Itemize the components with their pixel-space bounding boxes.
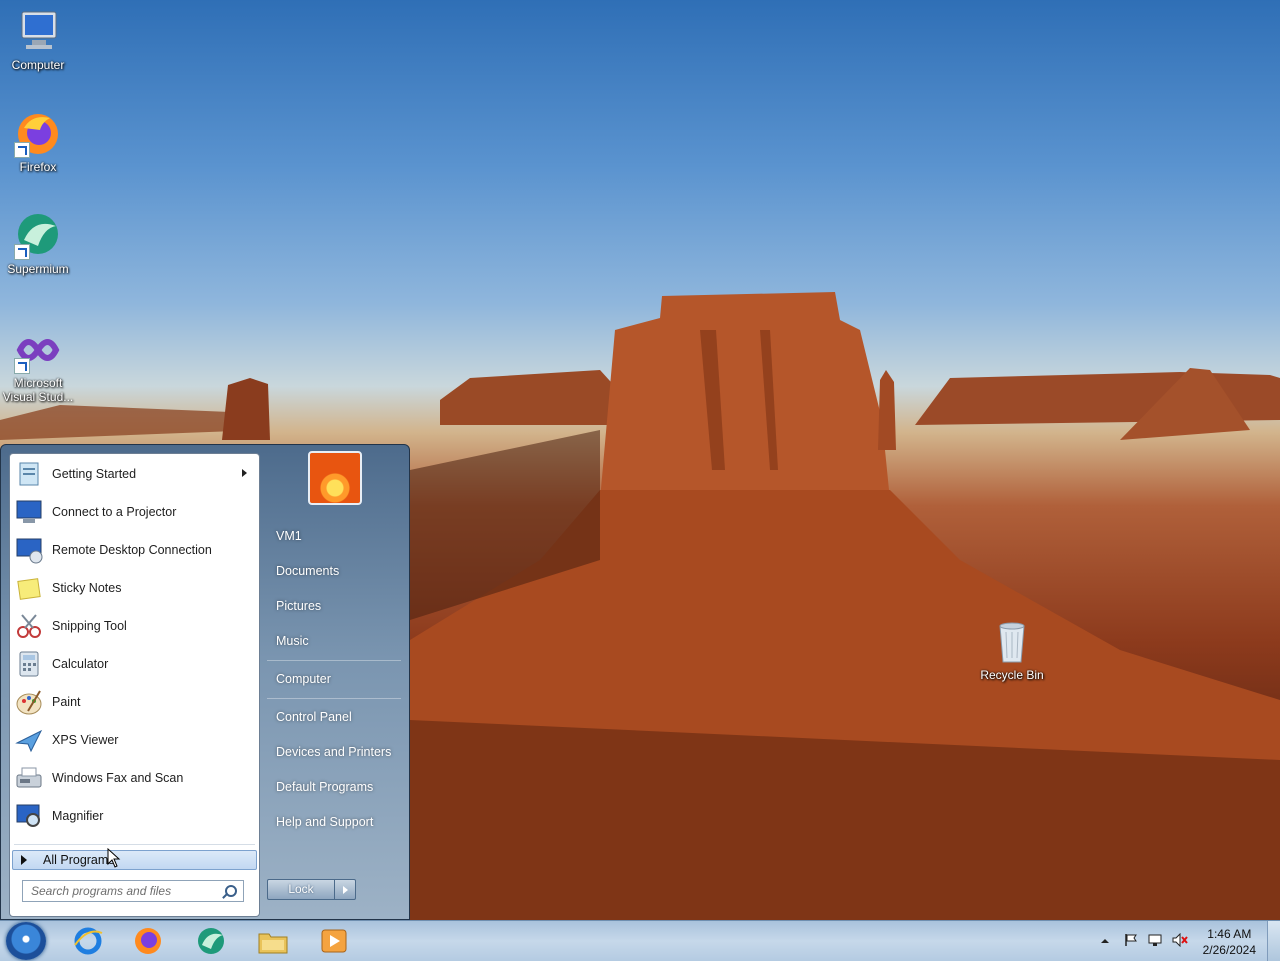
network-icon[interactable] xyxy=(1148,933,1162,947)
taskbar-internet-explorer[interactable] xyxy=(72,925,104,957)
link-user-folder[interactable]: VM1 xyxy=(276,529,302,543)
remote-desktop-icon xyxy=(14,535,44,565)
show-hidden-icons-arrow[interactable] xyxy=(1100,935,1114,949)
tray-clock[interactable]: 1:46 AM 2/26/2024 xyxy=(1203,926,1256,958)
taskbar-firefox[interactable] xyxy=(132,925,164,957)
firefox-icon xyxy=(14,110,62,158)
magnifier-icon xyxy=(14,801,44,831)
submenu-arrow-icon xyxy=(242,469,247,477)
desktop-icon-label: Microsoft Visual Stud... xyxy=(2,376,74,404)
program-label: Paint xyxy=(52,695,81,709)
shortcut-arrow-icon xyxy=(14,142,30,158)
desktop-icon-computer[interactable]: Computer xyxy=(0,8,76,72)
desktop-icon-recycle-bin[interactable]: Recycle Bin xyxy=(974,618,1050,682)
xps-viewer-icon xyxy=(14,725,44,755)
supermium-icon xyxy=(198,928,224,954)
program-sticky-notes[interactable]: Sticky Notes xyxy=(12,570,257,606)
taskbar-media-player[interactable] xyxy=(318,925,350,957)
link-control-panel[interactable]: Control Panel xyxy=(276,710,352,724)
computer-icon xyxy=(14,8,62,56)
link-pictures[interactable]: Pictures xyxy=(276,599,321,613)
all-programs-button[interactable]: All Programs xyxy=(12,850,257,870)
link-documents[interactable]: Documents xyxy=(276,564,339,578)
program-label: Connect to a Projector xyxy=(52,505,177,519)
program-label: Sticky Notes xyxy=(52,581,122,595)
search-icon[interactable] xyxy=(225,885,237,897)
all-programs-divider xyxy=(14,844,255,845)
visual-studio-icon xyxy=(14,326,62,374)
program-calculator[interactable]: Calculator xyxy=(12,646,257,682)
desktop-icon-firefox[interactable]: Firefox xyxy=(0,110,76,174)
desktop-icon-label: Supermium xyxy=(7,262,69,276)
program-label: Getting Started xyxy=(52,467,137,481)
link-help-and-support[interactable]: Help and Support xyxy=(276,815,373,829)
program-connect-to-projector[interactable]: Connect to a Projector xyxy=(12,494,257,530)
link-default-programs[interactable]: Default Programs xyxy=(276,780,373,794)
all-programs-label: All Programs xyxy=(43,853,115,867)
desktop-icon-label: Computer xyxy=(11,58,65,72)
program-windows-fax-and-scan[interactable]: Windows Fax and Scan xyxy=(12,760,257,796)
program-remote-desktop[interactable]: Remote Desktop Connection xyxy=(12,532,257,568)
start-button[interactable] xyxy=(6,922,46,960)
program-magnifier[interactable]: Magnifier xyxy=(12,798,257,834)
program-label: XPS Viewer xyxy=(52,733,119,747)
mouse-cursor-icon xyxy=(107,848,121,868)
start-menu: Getting Started Connect to a Projector R… xyxy=(0,444,410,920)
recycle-bin-icon xyxy=(988,618,1036,666)
desktop-icon-supermium[interactable]: Supermium xyxy=(0,212,76,276)
clock-time: 1:46 AM xyxy=(1207,927,1252,941)
shortcut-arrow-icon xyxy=(14,244,30,260)
clock-date: 2/26/2024 xyxy=(1202,943,1256,957)
supermium-icon xyxy=(14,212,62,260)
sticky-notes-icon xyxy=(14,573,44,603)
getting-started-icon xyxy=(14,459,44,489)
desktop-icon-label: Firefox xyxy=(19,160,57,174)
desktop-icon-visual-studio[interactable]: Microsoft Visual Stud... xyxy=(0,326,76,404)
program-snipping-tool[interactable]: Snipping Tool xyxy=(12,608,257,644)
shortcut-arrow-icon xyxy=(14,358,30,374)
show-desktop-button[interactable] xyxy=(1267,921,1280,961)
program-label: Magnifier xyxy=(52,809,104,823)
paint-icon xyxy=(14,687,44,717)
program-getting-started[interactable]: Getting Started xyxy=(12,456,257,492)
scissors-icon xyxy=(14,611,44,641)
desktop-icon-label: Recycle Bin xyxy=(980,668,1044,682)
media-player-icon xyxy=(321,929,347,953)
volume-muted-icon[interactable] xyxy=(1172,932,1188,948)
taskbar-windows-explorer[interactable] xyxy=(257,925,289,957)
program-xps-viewer[interactable]: XPS Viewer xyxy=(12,722,257,758)
link-devices-and-printers[interactable]: Devices and Printers xyxy=(276,745,391,759)
calculator-icon xyxy=(14,649,44,679)
user-picture-avatar[interactable] xyxy=(308,451,362,505)
program-label: Calculator xyxy=(52,657,109,671)
search-placeholder: Search programs and files xyxy=(31,884,172,898)
start-menu-programs-pane: Getting Started Connect to a Projector R… xyxy=(9,453,260,917)
action-center-flag-icon[interactable] xyxy=(1124,933,1138,947)
program-paint[interactable]: Paint xyxy=(12,684,257,720)
program-label: Remote Desktop Connection xyxy=(52,543,212,557)
taskbar: 1:46 AM 2/26/2024 xyxy=(0,920,1280,961)
folder-icon xyxy=(258,933,288,954)
taskbar-supermium[interactable] xyxy=(195,925,227,957)
shutdown-options-arrow-button[interactable] xyxy=(334,879,356,900)
search-programs-input[interactable]: Search programs and files xyxy=(22,880,244,902)
link-music[interactable]: Music xyxy=(276,634,309,648)
right-pane-divider xyxy=(267,698,401,699)
firefox-icon xyxy=(135,928,161,954)
expand-arrow-icon xyxy=(21,855,27,865)
link-computer[interactable]: Computer xyxy=(276,672,331,686)
internet-explorer-icon xyxy=(74,927,103,955)
projector-icon xyxy=(14,497,44,527)
program-label: Snipping Tool xyxy=(52,619,127,633)
right-pane-divider xyxy=(267,660,401,661)
lock-button[interactable]: Lock xyxy=(267,879,335,900)
program-label: Windows Fax and Scan xyxy=(52,771,184,785)
fax-scan-icon xyxy=(14,763,44,793)
